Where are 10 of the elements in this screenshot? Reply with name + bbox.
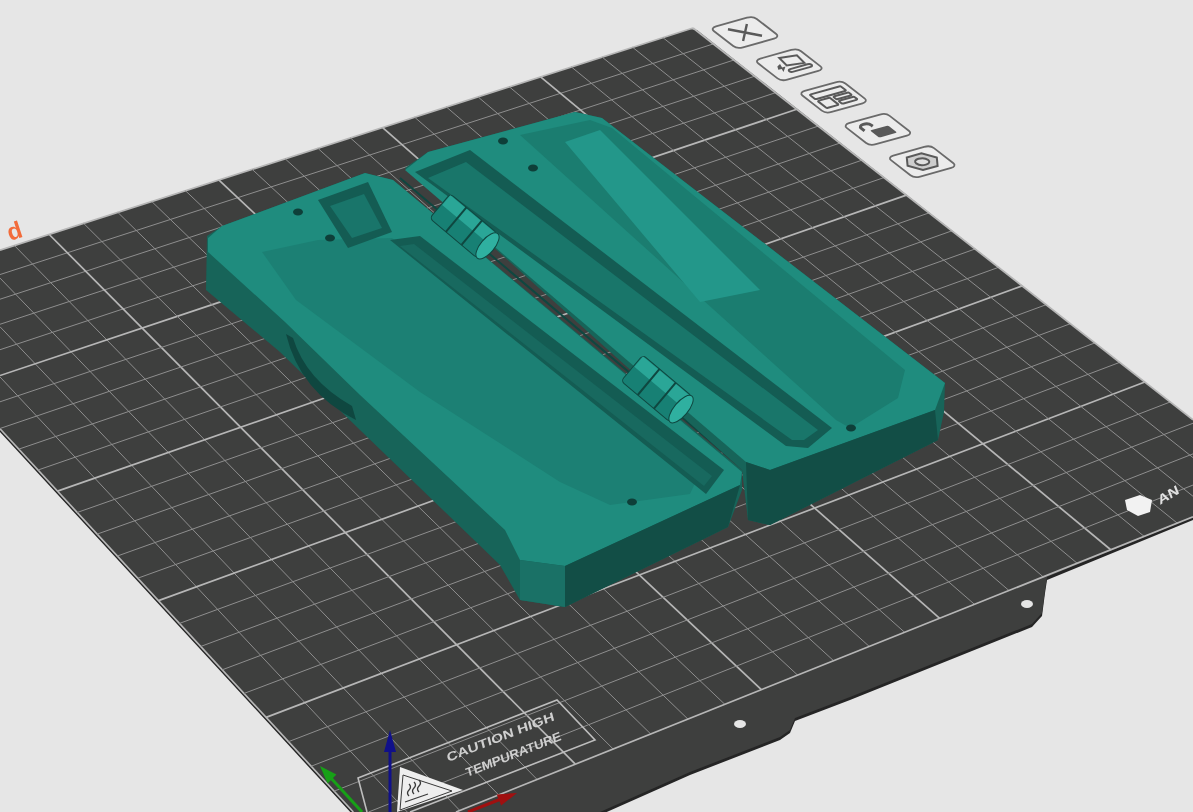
y-axis-arrow bbox=[320, 766, 364, 812]
layout-icon bbox=[808, 85, 859, 110]
plate-label-text: d bbox=[3, 215, 26, 246]
box-bolt-icon bbox=[777, 54, 815, 74]
hex-nut-icon bbox=[905, 152, 939, 172]
brand-text: AN bbox=[1155, 482, 1181, 508]
cube-logo-icon bbox=[1125, 495, 1152, 516]
hot-surface-warning-icon bbox=[397, 767, 463, 812]
x-axis-arrow bbox=[467, 793, 517, 812]
close-icon bbox=[726, 22, 764, 43]
